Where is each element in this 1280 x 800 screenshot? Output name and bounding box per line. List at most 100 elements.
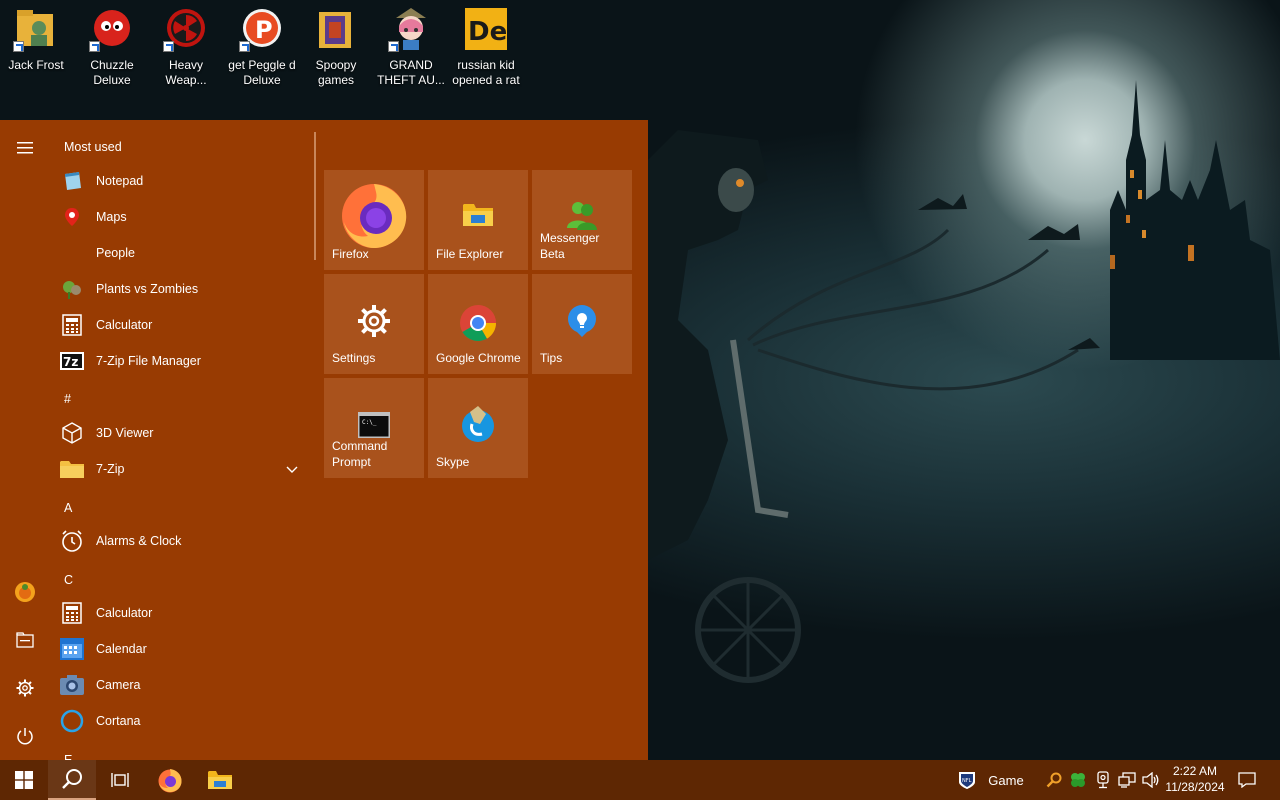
cube-icon — [60, 421, 84, 445]
taskbar: NFL Game 2:22 AM 11/28/2024 — [0, 760, 1280, 800]
desktop-icon-jack-frost[interactable]: Jack Frost — [0, 6, 74, 96]
svg-text:De: De — [468, 17, 507, 47]
pinned-tiles: Firefox File Explorer Messenger Beta Set… — [324, 170, 636, 482]
app-calculator-most-used[interactable]: Calculator — [60, 307, 310, 343]
calculator-icon — [60, 601, 84, 625]
reaper-figure — [648, 130, 1100, 683]
desktop-icon-area: Jack Frost Chuzzle Deluxe Heavy Weap... … — [0, 0, 560, 120]
messenger-icon — [532, 198, 632, 232]
speaker-icon — [1142, 772, 1159, 788]
desktop-icon-heavy-weapon[interactable]: Heavy Weap... — [148, 6, 224, 96]
folder-person-icon — [13, 6, 57, 52]
people-icon — [60, 241, 84, 265]
app-calculator[interactable]: Calculator — [60, 595, 310, 631]
desktop-icon-peggle[interactable]: P get Peggle d Deluxe — [224, 6, 300, 96]
file-explorer-icon — [208, 771, 232, 789]
app-people[interactable]: People — [60, 235, 310, 271]
calculator-icon — [60, 313, 84, 337]
scrollbar[interactable] — [314, 132, 316, 260]
skype-icon — [428, 404, 528, 444]
cortana-icon — [60, 709, 84, 733]
chrome-icon — [428, 304, 528, 342]
svg-text:C:\_: C:\_ — [362, 419, 377, 426]
task-view-button[interactable] — [96, 760, 144, 800]
tray-label[interactable]: Game — [984, 760, 1028, 800]
tile-messenger-beta[interactable]: Messenger Beta — [532, 170, 632, 270]
svg-text:NFL: NFL — [962, 778, 972, 784]
anime-girl-icon — [388, 6, 432, 52]
tile-google-chrome[interactable]: Google Chrome — [428, 274, 528, 374]
app-maps[interactable]: Maps — [60, 199, 310, 235]
taskbar-clock[interactable]: 2:22 AM 11/28/2024 — [1160, 763, 1230, 795]
taskbar-file-explorer[interactable] — [196, 760, 244, 800]
app-notepad[interactable]: Notepad — [60, 163, 310, 199]
svg-text:7z: 7z — [63, 355, 78, 369]
desktop-icon-chuzzle-deluxe[interactable]: Chuzzle Deluxe — [74, 6, 150, 96]
lightbulb-icon — [532, 304, 632, 338]
firefox-icon — [324, 178, 424, 250]
camera-icon — [60, 673, 84, 697]
network-icon — [1118, 772, 1136, 788]
user-account-button[interactable] — [5, 572, 45, 612]
tray-app-game[interactable]: NFL — [952, 760, 982, 800]
tile-tips[interactable]: Tips — [532, 274, 632, 374]
app-plants-vs-zombies[interactable]: Plants vs Zombies — [60, 271, 310, 307]
start-button[interactable] — [0, 760, 48, 800]
search-icon — [62, 769, 82, 789]
7zip-icon: 7z — [60, 349, 84, 373]
search-button[interactable] — [48, 760, 96, 800]
documents-button[interactable] — [5, 620, 45, 660]
hamburger-icon — [17, 142, 33, 154]
app-alarms-clock[interactable]: Alarms & Clock — [60, 523, 310, 559]
maps-icon — [60, 205, 84, 229]
tray-volume[interactable] — [1140, 760, 1162, 800]
tile-firefox[interactable]: Firefox — [324, 170, 424, 270]
app-calendar[interactable]: Calendar — [60, 631, 310, 667]
tile-settings[interactable]: Settings — [324, 274, 424, 374]
folder-icon — [315, 6, 357, 52]
section-header-e[interactable]: E — [64, 753, 72, 760]
clock-time: 2:22 AM — [1172, 764, 1218, 778]
svg-text:P: P — [255, 16, 273, 44]
app-7zip-file-manager[interactable]: 7z 7-Zip File Manager — [60, 343, 310, 379]
alarm-clock-icon — [60, 529, 84, 553]
tile-file-explorer[interactable]: File Explorer — [428, 170, 528, 270]
radiation-icon — [163, 6, 207, 52]
app-camera[interactable]: Camera — [60, 667, 310, 703]
tile-command-prompt[interactable]: C:\_ Command Prompt — [324, 378, 424, 478]
chevron-down-icon[interactable] — [286, 463, 298, 477]
settings-button[interactable] — [5, 668, 45, 708]
action-center-button[interactable] — [1232, 760, 1262, 800]
calendar-icon — [60, 637, 84, 661]
section-header-hash[interactable]: # — [64, 392, 71, 406]
gear-icon — [324, 304, 424, 338]
taskbar-firefox[interactable] — [146, 760, 194, 800]
gear-icon — [16, 679, 34, 697]
desktop-icon-spoopy-games[interactable]: Spoopy games — [298, 6, 374, 96]
tile-skype[interactable]: Skype — [428, 378, 528, 478]
all-apps-list: Most used Notepad Maps People Plants vs … — [50, 120, 312, 760]
tray-network[interactable] — [1116, 760, 1138, 800]
avatar-icon — [15, 582, 35, 602]
firefox-icon — [158, 769, 182, 793]
clock-date: 11/28/2024 — [1165, 780, 1225, 794]
expand-menu-button[interactable] — [5, 128, 45, 168]
windows-logo-icon — [15, 771, 33, 789]
app-3d-viewer[interactable]: 3D Viewer — [60, 415, 310, 451]
section-header-c[interactable]: C — [64, 573, 73, 587]
tray-search-app[interactable] — [1044, 760, 1064, 800]
app-7zip-folder[interactable]: 7-Zip — [60, 451, 310, 487]
webcam-icon — [1097, 771, 1109, 789]
power-button[interactable] — [5, 716, 45, 756]
most-used-header: Most used — [64, 140, 122, 154]
tray-mic[interactable] — [1092, 760, 1114, 800]
desktop-icon-russian-kid[interactable]: De russian kid opened a rat — [448, 6, 524, 96]
de-icon: De — [465, 6, 507, 52]
tray-clover-app[interactable] — [1066, 760, 1090, 800]
app-cortana[interactable]: Cortana — [60, 703, 310, 739]
section-header-a[interactable]: A — [64, 501, 72, 515]
file-explorer-icon — [428, 202, 528, 228]
start-menu: Most used Notepad Maps People Plants vs … — [0, 120, 648, 760]
desktop-icon-grand-theft-auto[interactable]: GRAND THEFT AU... — [373, 6, 449, 96]
magnifier-icon — [1046, 772, 1062, 788]
